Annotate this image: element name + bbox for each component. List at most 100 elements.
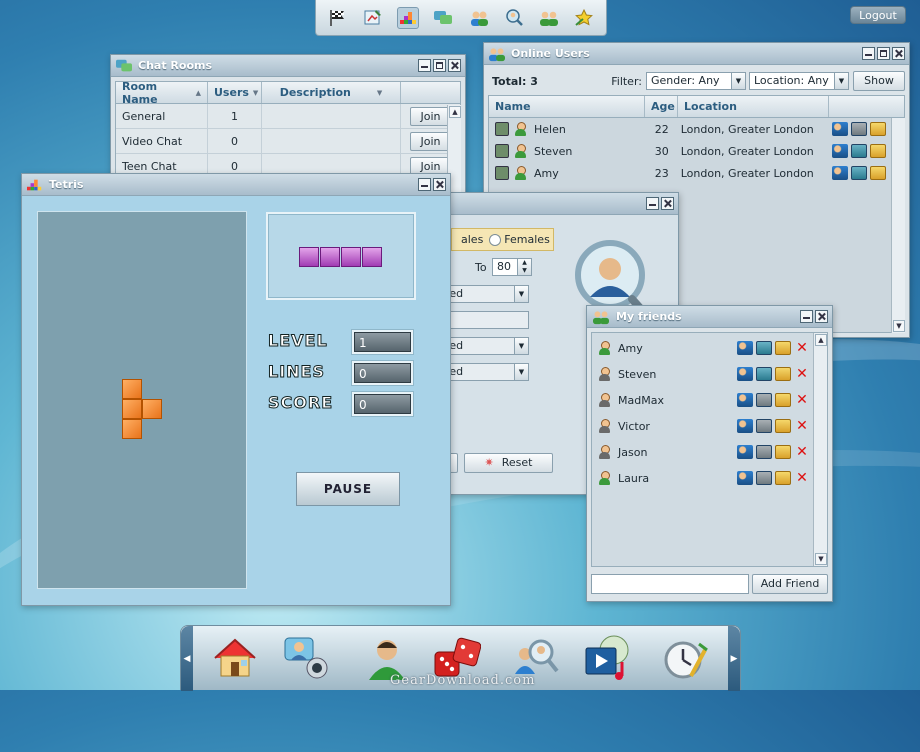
friend-name[interactable]: MadMax [618,394,664,407]
add-friend-icon[interactable] [831,122,848,136]
chat-icon[interactable] [850,144,867,158]
add-friend-icon[interactable] [831,144,848,158]
chat-rooms-icon[interactable] [432,7,454,29]
list-item[interactable]: Steven ✕ [592,361,827,387]
mail-icon[interactable] [775,341,791,355]
logout-button[interactable]: Logout [850,6,906,24]
friend-name[interactable]: Jason [618,446,647,459]
mail-icon[interactable] [775,367,791,381]
paint-icon[interactable] [362,7,384,29]
gender-filter-select[interactable]: Gender: Any ▼ [646,72,746,90]
column-header-description[interactable]: Description ▼ [262,82,401,103]
remove-friend-icon[interactable]: ✕ [795,393,809,407]
chat-icon[interactable] [756,445,772,459]
user-info-icon[interactable] [737,341,753,355]
user-info-icon[interactable] [737,471,753,485]
males-radio-label[interactable]: ales [461,233,483,246]
remove-friend-icon[interactable]: ✕ [795,419,809,433]
minimize-button[interactable] [418,59,431,72]
remove-friend-icon[interactable]: ✕ [795,445,809,459]
settings-clock-icon[interactable] [661,634,709,682]
chat-icon[interactable] [756,367,772,381]
join-button[interactable]: Join [409,106,452,126]
user-name[interactable]: Steven [534,145,572,158]
user-name[interactable]: Helen [534,123,566,136]
close-button[interactable] [448,59,461,72]
chat-icon[interactable] [756,393,772,407]
list-item[interactable]: Victor ✕ [592,413,827,439]
friends-icon[interactable] [538,7,560,29]
minimize-button[interactable] [862,47,875,60]
online-users-titlebar[interactable]: Online Users [484,43,909,65]
minimize-button[interactable] [418,178,431,191]
chat-icon[interactable] [850,166,867,180]
friend-name[interactable]: Victor [618,420,650,433]
females-radio-label[interactable]: Females [504,233,550,246]
list-item[interactable]: Jason ✕ [592,439,827,465]
table-row[interactable]: Helen 22 London, Greater London [489,118,904,140]
user-name[interactable]: Amy [534,167,559,180]
minimize-button[interactable] [800,310,813,323]
mail-icon[interactable] [775,471,791,485]
table-row[interactable]: Video Chat 0 Join [116,129,460,154]
list-item[interactable]: MadMax ✕ [592,387,827,413]
table-row[interactable]: Amy 23 London, Greater London [489,162,904,184]
dock-scroll-left-icon[interactable]: ◀ [181,626,193,691]
table-row[interactable]: Steven 30 London, Greater London [489,140,904,162]
remove-friend-icon[interactable]: ✕ [795,471,809,485]
add-friend-button[interactable]: Add Friend [752,574,828,594]
tetris-playfield[interactable] [37,211,247,589]
search-titlebar[interactable] [441,193,678,215]
search-select-2[interactable]: ted ▼ [441,337,529,355]
close-button[interactable] [815,310,828,323]
webcam-icon[interactable] [495,122,509,136]
mail-icon[interactable] [869,166,886,180]
add-friend-input[interactable] [591,574,749,594]
scroll-up-arrow[interactable]: ▲ [815,334,827,346]
join-button[interactable]: Join [409,131,452,151]
list-item[interactable]: Amy ✕ [592,335,827,361]
home-icon[interactable] [211,634,259,682]
add-friend-icon[interactable] [831,166,848,180]
close-button[interactable] [661,197,674,210]
chat-rooms-titlebar[interactable]: Chat Rooms [111,55,465,77]
mail-icon[interactable] [775,419,791,433]
location-filter-select[interactable]: Location: Any ▼ [749,72,849,90]
maximize-button[interactable] [877,47,890,60]
search-select-3[interactable]: ted ▼ [441,363,529,381]
close-button[interactable] [433,178,446,191]
scrollbar[interactable]: ▲ ▼ [813,333,827,566]
webcam-icon[interactable] [495,144,509,158]
flag-icon[interactable] [327,7,349,29]
friend-name[interactable]: Laura [618,472,649,485]
mail-icon[interactable] [869,144,886,158]
scrollbar[interactable]: ▼ [891,118,905,333]
search-select-1[interactable]: ted ▼ [441,285,529,303]
pause-button[interactable]: PAUSE [296,472,400,506]
users-icon[interactable] [468,7,490,29]
mail-icon[interactable] [775,445,791,459]
chat-icon[interactable] [850,122,867,136]
column-header-age[interactable]: Age [645,96,678,117]
minimize-button[interactable] [646,197,659,210]
tetris-titlebar[interactable]: Tetris [22,174,450,196]
tetris-icon[interactable] [397,6,420,29]
maximize-button[interactable] [433,59,446,72]
user-info-icon[interactable] [737,419,753,433]
reset-button[interactable]: ✷ Reset [464,453,553,473]
age-to-input[interactable]: 80 ▲ ▼ [492,258,532,276]
friend-name[interactable]: Amy [618,342,643,355]
friend-name[interactable]: Steven [618,368,656,381]
column-header-users[interactable]: Users ▼ [208,82,262,103]
user-info-icon[interactable] [737,393,753,407]
chat-icon[interactable] [756,471,772,485]
close-button[interactable] [892,47,905,60]
table-row[interactable]: General 1 Join [116,104,460,129]
show-button[interactable]: Show [853,71,905,91]
webcam-icon[interactable] [495,166,509,180]
user-info-icon[interactable] [737,367,753,381]
scroll-up-arrow[interactable]: ▲ [449,106,461,118]
column-header-room-name[interactable]: Room Name ▲ [116,80,208,106]
star-icon[interactable] [573,7,595,29]
scroll-down-arrow[interactable]: ▼ [815,553,827,565]
